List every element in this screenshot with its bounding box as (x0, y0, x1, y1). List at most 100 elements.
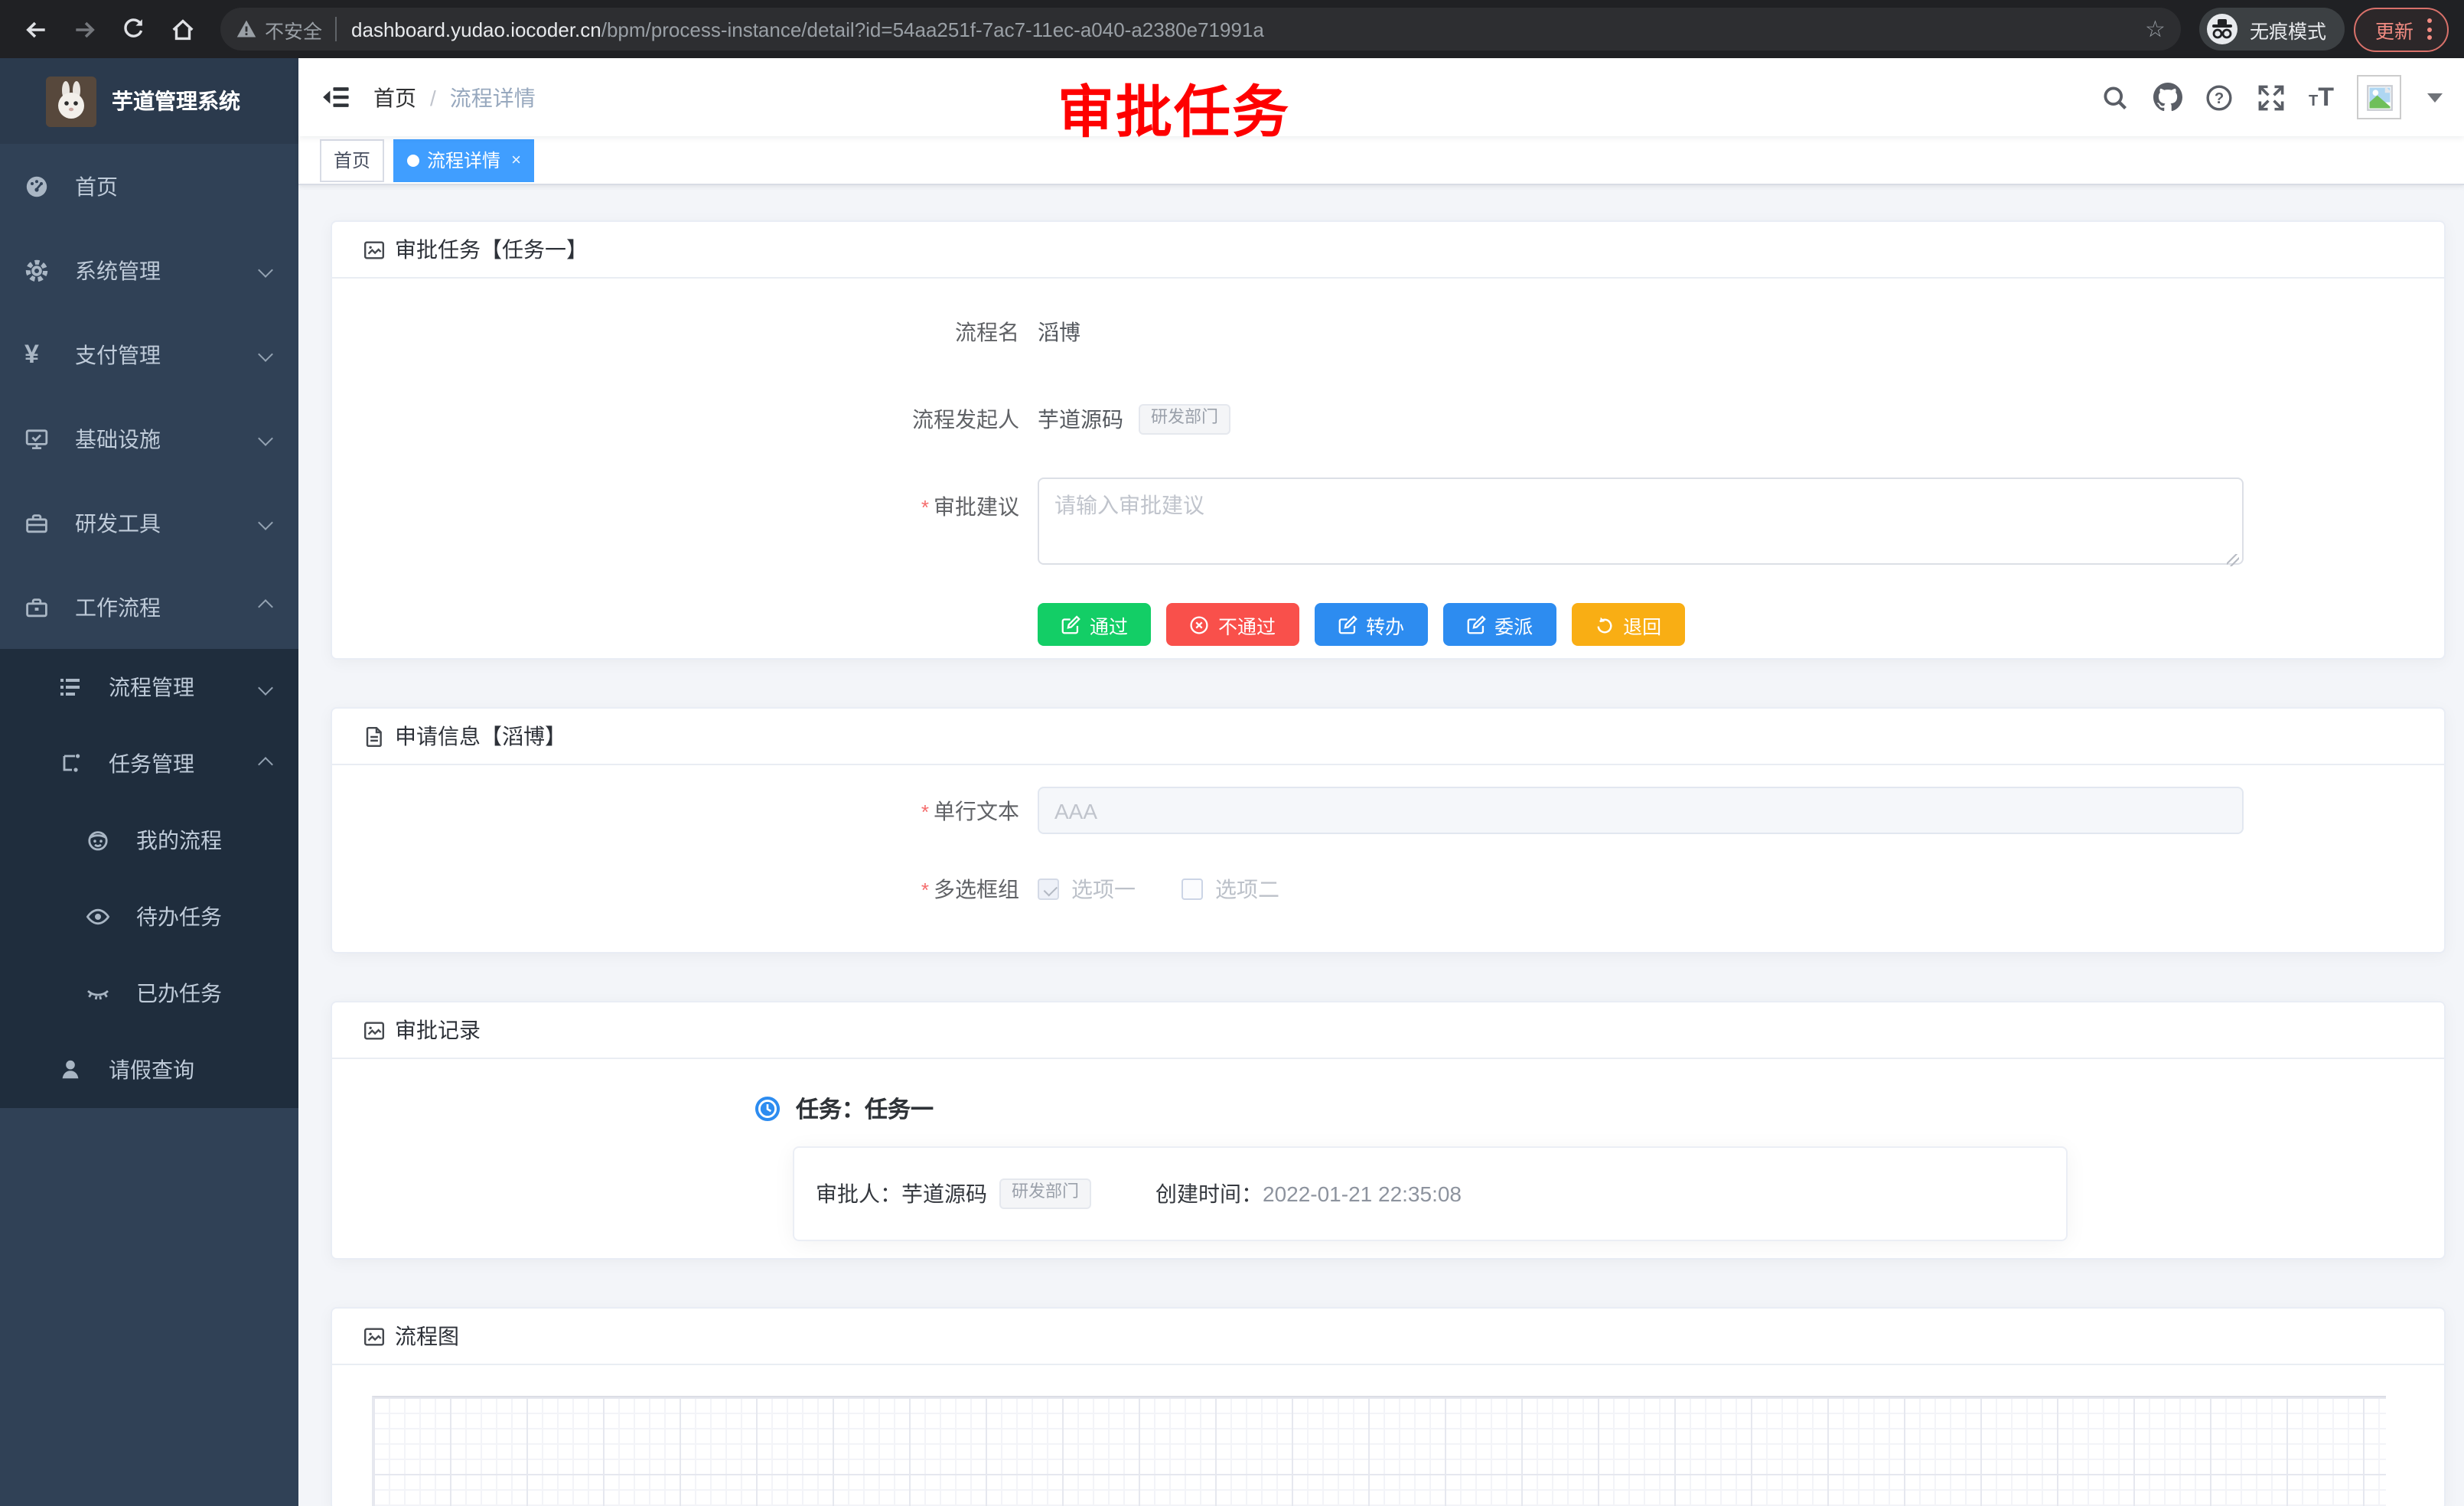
back-icon[interactable] (15, 9, 55, 49)
initiator-row: 流程发起人 芋道源码 研发部门 (363, 396, 2413, 442)
dashboard-icon (24, 174, 49, 198)
app-title: 芋道管理系统 (112, 86, 240, 116)
process-diagram-card: 流程图 (331, 1307, 2446, 1506)
navbar-actions: ? TT (2101, 75, 2464, 119)
security-label: 不安全 (265, 15, 322, 44)
app-logo[interactable]: 芋道管理系统 (0, 58, 298, 144)
breadcrumb-home[interactable]: 首页 (373, 82, 416, 112)
button-label: 转办 (1366, 610, 1404, 639)
sidebar-item-my-process[interactable]: 我的流程 (0, 802, 298, 878)
card-header: 审批记录 (332, 1002, 2444, 1059)
checkbox-unchecked-icon (1181, 878, 1203, 900)
sidebar-item-done-tasks[interactable]: 已办任务 (0, 955, 298, 1032)
card-title: 审批记录 (395, 1015, 481, 1045)
browser-menu-icon[interactable] (2427, 18, 2432, 40)
approve-button[interactable]: 通过 (1038, 603, 1151, 646)
sidebar-item-label: 基础设施 (75, 423, 161, 454)
help-icon[interactable]: ? (2205, 83, 2234, 112)
approver-name: 芋道源码 (901, 1178, 987, 1209)
circle-close-icon (1189, 614, 1209, 634)
required-asterisk: * (921, 496, 929, 519)
sidebar-item-task-mgmt[interactable]: 任务管理 (0, 725, 298, 802)
github-icon[interactable] (2153, 83, 2182, 112)
sidebar-item-infrastructure[interactable]: 基础设施 (0, 396, 298, 481)
apply-info-card: 申请信息【滔博】 *单行文本 *多选框组 选项一 (331, 707, 2446, 953)
flow-tree-icon (58, 751, 83, 776)
sidebar-item-leave-query[interactable]: 请假查询 (0, 1032, 298, 1108)
card-header: 审批任务【任务一】 (332, 222, 2444, 279)
address-bar[interactable]: 不安全 dashboard.yudao.iocoder.cn/bpm/proce… (220, 8, 2181, 51)
required-asterisk: * (921, 878, 929, 901)
bpmn-diagram-canvas[interactable] (372, 1396, 2386, 1506)
forward-icon[interactable] (64, 9, 104, 49)
sidebar-item-dev-tools[interactable]: 研发工具 (0, 481, 298, 565)
checkbox-option-2: 选项二 (1181, 874, 1279, 905)
return-button[interactable]: 退回 (1571, 603, 1684, 646)
approval-record-card: 审批记录 任务：任务一 审批人： 芋道源码 研发部门 创建时间： (331, 1001, 2446, 1260)
approver-label: 审批人： (816, 1178, 901, 1209)
workflow-submenu: 流程管理 任务管理 我的流程 (0, 649, 298, 1108)
sidebar-toggle-icon[interactable] (298, 83, 373, 112)
required-asterisk: * (921, 800, 929, 823)
sidebar-item-process-mgmt[interactable]: 流程管理 (0, 649, 298, 725)
checkbox-group: 选项一 选项二 (1038, 874, 1279, 905)
timeline-item: 任务：任务一 审批人： 芋道源码 研发部门 创建时间： 2022-01-21 2… (755, 1059, 2444, 1241)
document-icon (363, 725, 386, 748)
process-name-label: 流程名 (363, 317, 1038, 347)
breadcrumb-current: 流程详情 (450, 82, 536, 112)
reject-button[interactable]: 不通过 (1166, 603, 1299, 646)
sidebar-item-label: 请假查询 (109, 1055, 194, 1085)
sidebar-item-workflow[interactable]: 工作流程 (0, 565, 298, 649)
delegate-button[interactable]: 委派 (1442, 603, 1556, 646)
avatar[interactable] (2357, 75, 2401, 119)
tab-home[interactable]: 首页 (320, 139, 384, 181)
edit-icon (1337, 614, 1357, 634)
approval-buttons: 通过 不通过 转办 委 (1038, 603, 2413, 646)
tab-process-detail[interactable]: 流程详情 × (393, 139, 535, 181)
opinion-label: *审批建议 (363, 478, 1038, 522)
incognito-label: 无痕模式 (2250, 15, 2326, 44)
edit-icon (1465, 614, 1485, 634)
caret-down-icon[interactable] (2427, 93, 2443, 102)
chevron-up-icon (258, 599, 273, 614)
browser-update-button[interactable]: 更新 (2354, 7, 2449, 51)
font-size-icon[interactable]: TT (2309, 82, 2334, 112)
text-field-label: *单行文本 (363, 795, 1038, 826)
sidebar-item-home[interactable]: 首页 (0, 144, 298, 228)
home-icon[interactable] (162, 9, 202, 49)
yen-icon: ¥ (24, 341, 49, 367)
opinion-textarea[interactable] (1038, 478, 2244, 565)
briefcase-icon (24, 595, 49, 619)
browser-toolbar: 不安全 dashboard.yudao.iocoder.cn/bpm/proce… (0, 0, 2464, 58)
tags-view: 首页 流程详情 × (298, 136, 2464, 185)
created-time-value: 2022-01-21 22:35:08 (1263, 1182, 1462, 1206)
clock-icon (755, 1096, 781, 1122)
picture-icon (363, 1019, 386, 1041)
chevron-down-icon (258, 262, 273, 278)
chevron-up-icon (258, 756, 273, 771)
sidebar-item-label: 首页 (75, 171, 118, 201)
button-label: 通过 (1090, 610, 1128, 639)
sidebar-item-label: 支付管理 (75, 339, 161, 370)
sidebar-item-system[interactable]: 系统管理 (0, 228, 298, 312)
search-icon[interactable] (2101, 83, 2130, 112)
tab-label: 首页 (334, 147, 370, 173)
active-dot-icon (407, 154, 419, 166)
transfer-button[interactable]: 转办 (1314, 603, 1427, 646)
sidebar-item-payment[interactable]: ¥ 支付管理 (0, 312, 298, 396)
single-line-input (1038, 787, 2244, 834)
page-content: 审批任务【任务一】 流程名 滔博 流程发起人 芋道源码 研发部门 (298, 185, 2464, 1506)
sidebar-item-label: 系统管理 (75, 255, 161, 285)
sidebar-item-label: 研发工具 (75, 507, 161, 538)
reload-icon[interactable] (113, 9, 153, 49)
sidebar-item-label: 流程管理 (109, 672, 194, 702)
undo-icon (1594, 614, 1614, 634)
bookmark-star-icon[interactable]: ☆ (2145, 15, 2166, 43)
checkbox-option-1: 选项一 (1038, 874, 1136, 905)
close-icon[interactable]: × (511, 151, 521, 169)
fullscreen-icon[interactable] (2257, 83, 2286, 112)
sidebar-item-todo-tasks[interactable]: 待办任务 (0, 878, 298, 955)
card-header: 流程图 (332, 1309, 2444, 1365)
top-navbar: 首页 / 流程详情 审批任务 ? (298, 58, 2464, 136)
sidebar-item-label: 我的流程 (136, 825, 222, 856)
